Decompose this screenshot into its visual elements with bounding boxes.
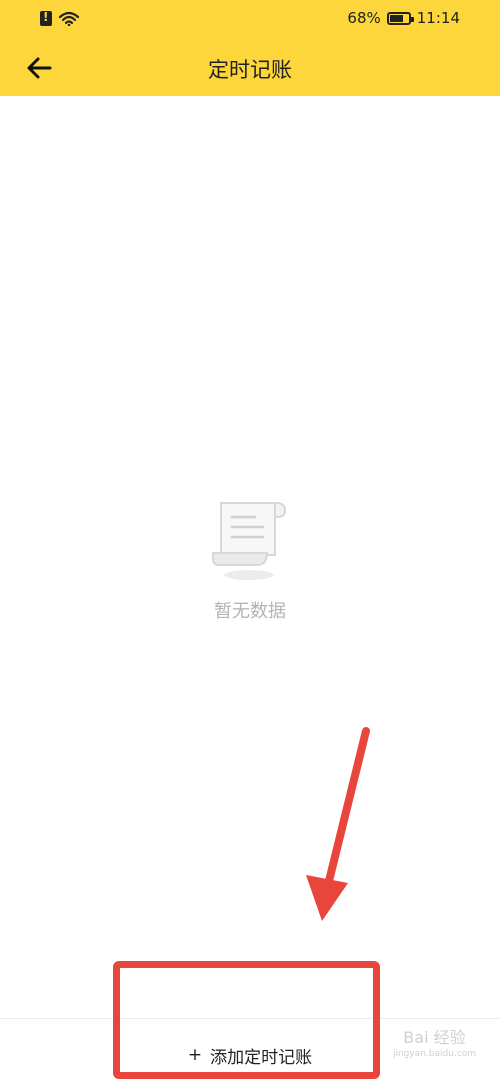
page-title: 定时记账 [208,58,292,82]
status-left-group [40,10,80,26]
empty-state: 暂无数据 [0,495,500,623]
battery-percent: 68% [347,9,381,27]
wifi-icon [58,11,80,26]
clock: 11:14 [416,9,460,27]
empty-state-text: 暂无数据 [214,601,286,622]
app-header: 68% 11:14 定时记账 [0,0,500,96]
receipt-scroll-icon [212,502,287,580]
battery-icon [386,11,414,25]
watermark: Bai 经验 jingyan.baidu.com [393,1030,476,1059]
sim-alert-icon [40,10,52,26]
annotation-arrow [306,727,370,921]
status-bar: 68% 11:14 [0,0,500,38]
status-right-group: 68% 11:14 [347,9,460,27]
nav-bar: 定时记账 [0,38,500,96]
watermark-brand: Bai 经验 [403,1028,466,1047]
annotation-highlight-box [113,961,380,1079]
watermark-url: jingyan.baidu.com [392,1049,476,1059]
